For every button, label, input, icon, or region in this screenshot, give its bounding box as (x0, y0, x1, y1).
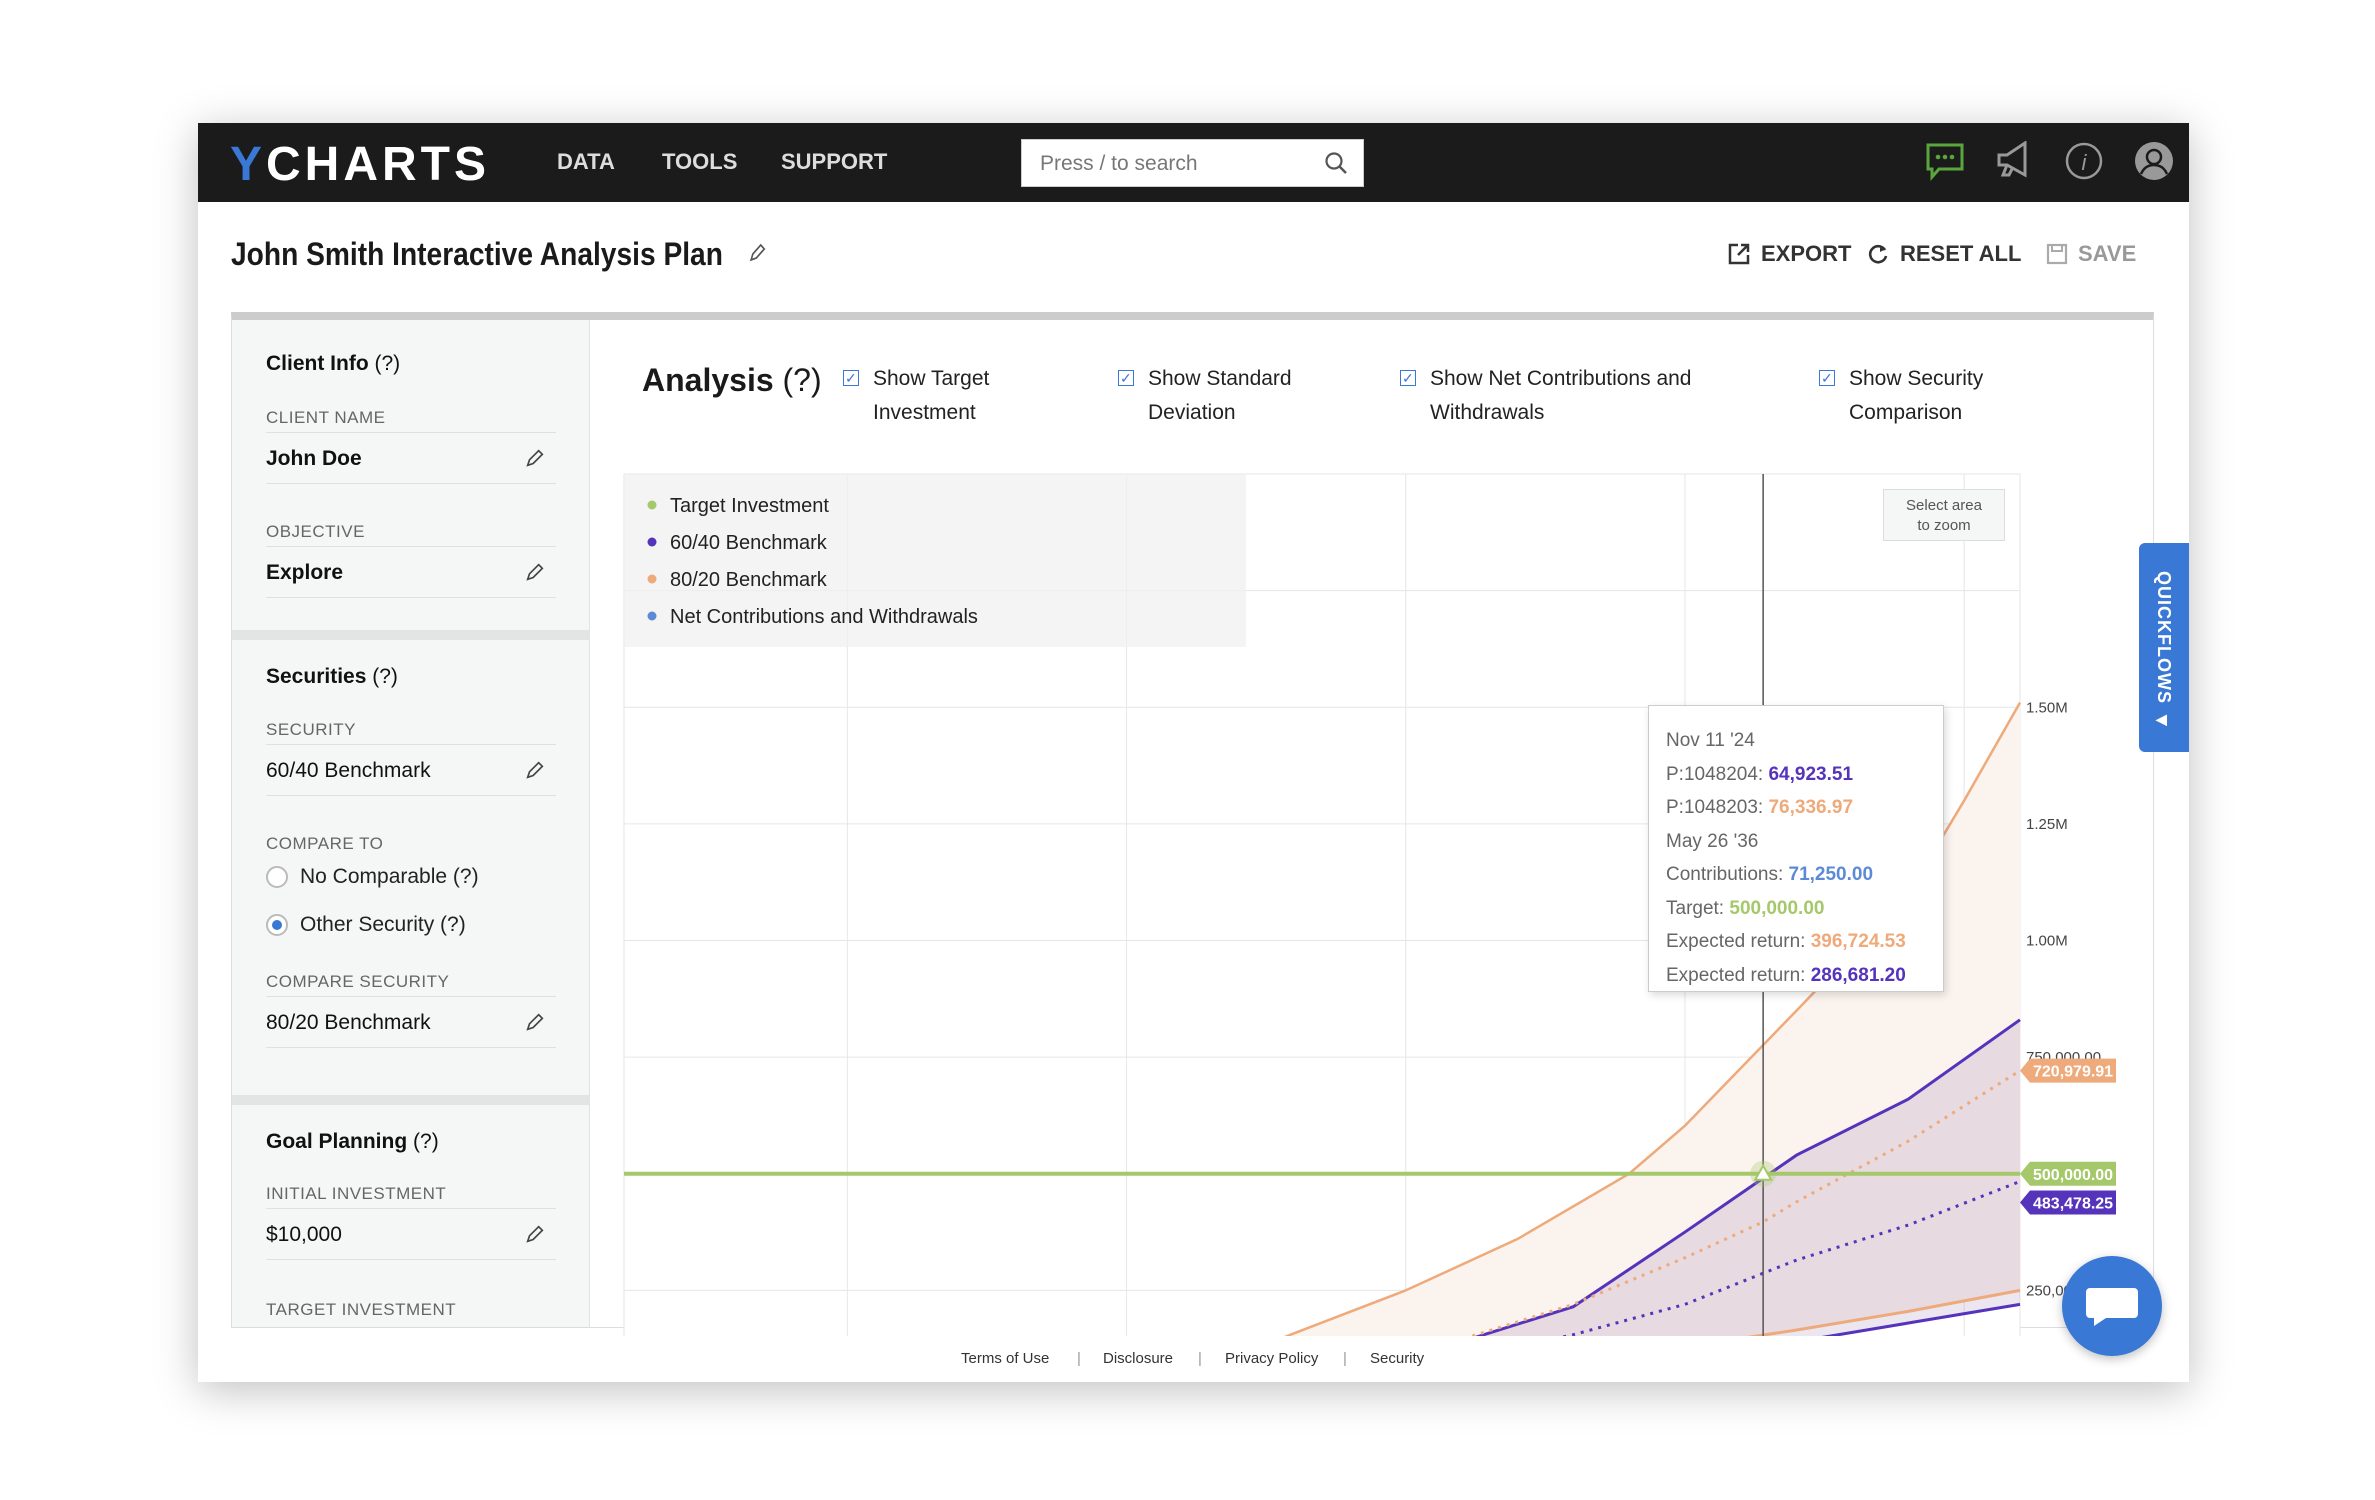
chat-widget-button[interactable] (2062, 1256, 2162, 1356)
legend-marker (647, 611, 657, 621)
legend-item: Target Investment (670, 495, 829, 517)
megaphone-icon[interactable] (1995, 141, 2033, 181)
legend-item: 80/20 Benchmark (670, 569, 828, 591)
footer-link-disclosure[interactable]: Disclosure (1103, 1350, 1173, 1367)
end-label-target: 500,000.00 (2033, 1167, 2113, 1184)
footer-link-terms[interactable]: Terms of Use (961, 1350, 1049, 1367)
nav-support[interactable]: SUPPORT (781, 149, 887, 175)
footer-link-security[interactable]: Security (1370, 1350, 1424, 1367)
legend-marker (647, 574, 657, 584)
y-tick-label: 1.50M (2026, 699, 2068, 716)
legend-marker (647, 500, 657, 510)
y-tick-label: 1.25M (2026, 816, 2068, 833)
info-icon[interactable]: i (2064, 141, 2104, 181)
triangle-left-icon: ◀ (2156, 711, 2167, 727)
page-title: John Smith Interactive Analysis Plan (231, 236, 768, 273)
footer-link-privacy[interactable]: Privacy Policy (1225, 1350, 1318, 1367)
export-button[interactable]: EXPORT (1727, 241, 1851, 267)
quickflows-tab[interactable]: QUICKFLOWS ◀ (2139, 543, 2189, 752)
pencil-icon[interactable] (747, 241, 768, 265)
save-icon (2046, 243, 2068, 265)
select-area-to-zoom-button[interactable]: Select area to zoom (1883, 489, 2005, 541)
nav-tools[interactable]: TOOLS (662, 149, 737, 175)
export-icon (1728, 243, 1750, 265)
footer-divider: | (1077, 1350, 1081, 1367)
refresh-icon (1868, 244, 1888, 264)
chat-bubble-icon (2086, 1288, 2138, 1326)
end-label-6040: 483,478.25 (2033, 1195, 2113, 1212)
search-icon (1325, 152, 1347, 174)
footer-divider: | (1198, 1350, 1202, 1367)
end-label-8020: 720,979.91 (2033, 1064, 2113, 1081)
footer-divider: | (1343, 1350, 1347, 1367)
legend-item: Net Contributions and Withdrawals (670, 606, 978, 628)
y-tick-label: 1.00M (2026, 933, 2068, 950)
nav-data[interactable]: DATA (557, 149, 615, 175)
chart-tooltip: Nov 11 '24 P:1048204: 64,923.51 P:104820… (1648, 705, 1944, 992)
ycharts-logo[interactable]: YCHARTS (230, 137, 490, 192)
chat-icon[interactable] (1925, 141, 1965, 183)
svg-text:i: i (2082, 150, 2088, 175)
reset-all-button[interactable]: RESET ALL (1868, 241, 2021, 267)
legend-item: 60/40 Benchmark (670, 532, 828, 554)
app-window: YCHARTS DATA TOOLS SUPPORT Press / to se… (198, 123, 2189, 1382)
avatar[interactable] (2134, 141, 2174, 181)
plan-content: Client Info (?) CLIENT NAME John Doe OBJ… (231, 312, 2154, 1336)
search-input[interactable]: Press / to search (1021, 139, 1364, 187)
top-nav: YCHARTS DATA TOOLS SUPPORT Press / to se… (198, 123, 2189, 202)
save-button[interactable]: SAVE (2046, 241, 2136, 267)
legend-marker (647, 537, 657, 547)
